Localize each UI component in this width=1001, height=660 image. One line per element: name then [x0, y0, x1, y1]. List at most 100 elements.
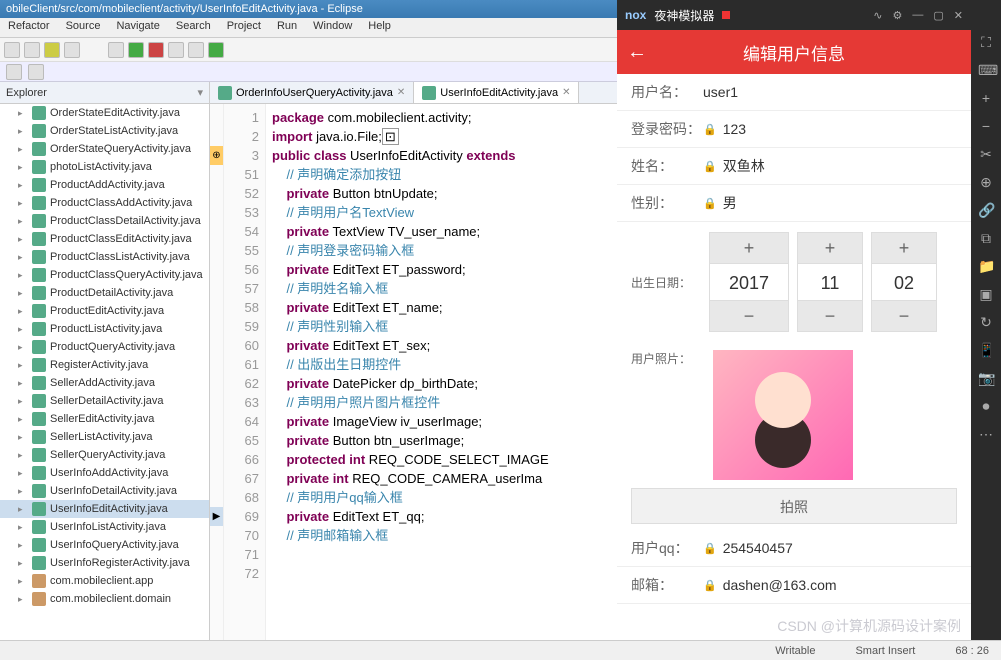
- day-up-button[interactable]: +: [872, 233, 936, 263]
- file-name: RegisterActivity.java: [50, 359, 148, 371]
- file-name: ProductClassQueryActivity.java: [50, 269, 203, 281]
- month-down-button[interactable]: −: [798, 301, 862, 331]
- volume-down-icon[interactable]: −: [978, 118, 994, 134]
- menu-search[interactable]: Search: [168, 18, 219, 37]
- file-item[interactable]: ▸UserInfoRegisterActivity.java: [0, 554, 209, 572]
- file-item[interactable]: ▸ProductQueryActivity.java: [0, 338, 209, 356]
- location-icon[interactable]: ⊕: [978, 174, 994, 190]
- day-down-button[interactable]: −: [872, 301, 936, 331]
- file-item[interactable]: ▸UserInfoEditActivity.java: [0, 500, 209, 518]
- sound-icon[interactable]: ∿: [873, 9, 882, 22]
- file-item[interactable]: ▸ProductListActivity.java: [0, 320, 209, 338]
- java-file-icon: [32, 160, 46, 174]
- close-icon[interactable]: ✕: [397, 87, 405, 98]
- file-item[interactable]: ▸ProductClassAddActivity.java: [0, 194, 209, 212]
- editor-tab[interactable]: UserInfoEditActivity.java ✕: [414, 82, 579, 103]
- java-file-icon: [32, 268, 46, 282]
- file-item[interactable]: ▸UserInfoAddActivity.java: [0, 464, 209, 482]
- link-icon[interactable]: 🔗: [978, 202, 994, 218]
- file-item[interactable]: ▸ProductClassQueryActivity.java: [0, 266, 209, 284]
- java-file-icon: [32, 520, 46, 534]
- file-item[interactable]: ▸SellerEditActivity.java: [0, 410, 209, 428]
- month-up-button[interactable]: +: [798, 233, 862, 263]
- rotate-icon[interactable]: ↻: [978, 314, 994, 330]
- file-item[interactable]: ▸SellerListActivity.java: [0, 428, 209, 446]
- username-label: 用户名：: [631, 82, 703, 102]
- file-item[interactable]: ▸OrderStateListActivity.java: [0, 122, 209, 140]
- year-value[interactable]: 2017: [710, 263, 788, 301]
- file-item[interactable]: ▸photoListActivity.java: [0, 158, 209, 176]
- settings-icon[interactable]: ⚙: [893, 9, 903, 22]
- gender-field[interactable]: 🔒男: [703, 193, 957, 213]
- menu-refactor[interactable]: Refactor: [0, 18, 58, 37]
- status-position: 68 : 26: [955, 645, 989, 657]
- file-item[interactable]: ▸UserInfoListActivity.java: [0, 518, 209, 536]
- package-item[interactable]: ▸com.mobileclient.domain: [0, 590, 209, 608]
- file-name: ProductClassDetailActivity.java: [50, 215, 201, 227]
- tb-run-icon[interactable]: [128, 42, 144, 58]
- name-field[interactable]: 🔒双鱼林: [703, 156, 957, 176]
- multi-icon[interactable]: ⧉: [978, 230, 994, 246]
- tb-sync-icon[interactable]: [6, 64, 22, 80]
- menu-project[interactable]: Project: [219, 18, 269, 37]
- nox-logo: nox: [625, 8, 646, 22]
- day-value[interactable]: 02: [872, 263, 936, 301]
- explorer-menu-icon[interactable]: ▾: [197, 86, 203, 99]
- file-item[interactable]: ▸ProductClassDetailActivity.java: [0, 212, 209, 230]
- tb-new-icon[interactable]: [4, 42, 20, 58]
- file-item[interactable]: ▸SellerQueryActivity.java: [0, 446, 209, 464]
- tb-stop-icon[interactable]: [148, 42, 164, 58]
- file-item[interactable]: ▸ProductClassListActivity.java: [0, 248, 209, 266]
- volume-up-icon[interactable]: +: [978, 90, 994, 106]
- file-item[interactable]: ▸ProductClassEditActivity.java: [0, 230, 209, 248]
- camera-icon[interactable]: 📷: [978, 370, 994, 386]
- file-item[interactable]: ▸UserInfoQueryActivity.java: [0, 536, 209, 554]
- file-item[interactable]: ▸ProductEditActivity.java: [0, 302, 209, 320]
- file-item[interactable]: ▸OrderStateQueryActivity.java: [0, 140, 209, 158]
- close-icon[interactable]: ✕: [954, 9, 963, 22]
- file-item[interactable]: ▸SellerDetailActivity.java: [0, 392, 209, 410]
- menu-help[interactable]: Help: [360, 18, 399, 37]
- shake-icon[interactable]: 📱: [978, 342, 994, 358]
- file-item[interactable]: ▸OrderStateEditActivity.java: [0, 104, 209, 122]
- record-icon[interactable]: ⏺: [978, 398, 994, 414]
- file-item[interactable]: ▸ProductDetailActivity.java: [0, 284, 209, 302]
- user-avatar[interactable]: [713, 350, 853, 480]
- take-photo-button[interactable]: 拍照: [631, 488, 957, 524]
- file-item[interactable]: ▸SellerAddActivity.java: [0, 374, 209, 392]
- more-icon[interactable]: ⋯: [978, 426, 994, 442]
- tb-step-over-icon[interactable]: [188, 42, 204, 58]
- back-icon[interactable]: ←: [627, 41, 647, 64]
- month-value[interactable]: 11: [798, 263, 862, 301]
- folder-icon[interactable]: 📁: [978, 258, 994, 274]
- password-label: 登录密码：: [631, 119, 703, 139]
- tb-save-icon[interactable]: [24, 42, 40, 58]
- apk-icon[interactable]: ▣: [978, 286, 994, 302]
- tb-link-icon[interactable]: [28, 64, 44, 80]
- tb-play-icon[interactable]: [208, 42, 224, 58]
- year-down-button[interactable]: −: [710, 301, 788, 331]
- close-icon[interactable]: ✕: [562, 87, 570, 98]
- file-item[interactable]: ▸ProductAddActivity.java: [0, 176, 209, 194]
- scissors-icon[interactable]: ✂: [978, 146, 994, 162]
- tb-class-icon[interactable]: [64, 42, 80, 58]
- year-up-button[interactable]: +: [710, 233, 788, 263]
- menu-run[interactable]: Run: [269, 18, 305, 37]
- tb-debug-icon[interactable]: [108, 42, 124, 58]
- editor-tab[interactable]: OrderInfoUserQueryActivity.java ✕: [210, 82, 414, 103]
- minimize-icon[interactable]: —: [912, 9, 923, 22]
- tb-step-icon[interactable]: [168, 42, 184, 58]
- email-field[interactable]: 🔒dashen@163.com: [703, 577, 957, 593]
- file-item[interactable]: ▸RegisterActivity.java: [0, 356, 209, 374]
- password-field[interactable]: 🔒123: [703, 121, 957, 137]
- keyboard-icon[interactable]: ⌨: [978, 62, 994, 78]
- file-item[interactable]: ▸UserInfoDetailActivity.java: [0, 482, 209, 500]
- maximize-icon[interactable]: ▢: [933, 9, 943, 22]
- menu-navigate[interactable]: Navigate: [108, 18, 167, 37]
- package-item[interactable]: ▸com.mobileclient.app: [0, 572, 209, 590]
- menu-window[interactable]: Window: [305, 18, 360, 37]
- qq-field[interactable]: 🔒254540457: [703, 540, 957, 556]
- menu-source[interactable]: Source: [58, 18, 109, 37]
- tb-pkg-icon[interactable]: [44, 42, 60, 58]
- fullscreen-icon[interactable]: ⛶: [978, 34, 994, 50]
